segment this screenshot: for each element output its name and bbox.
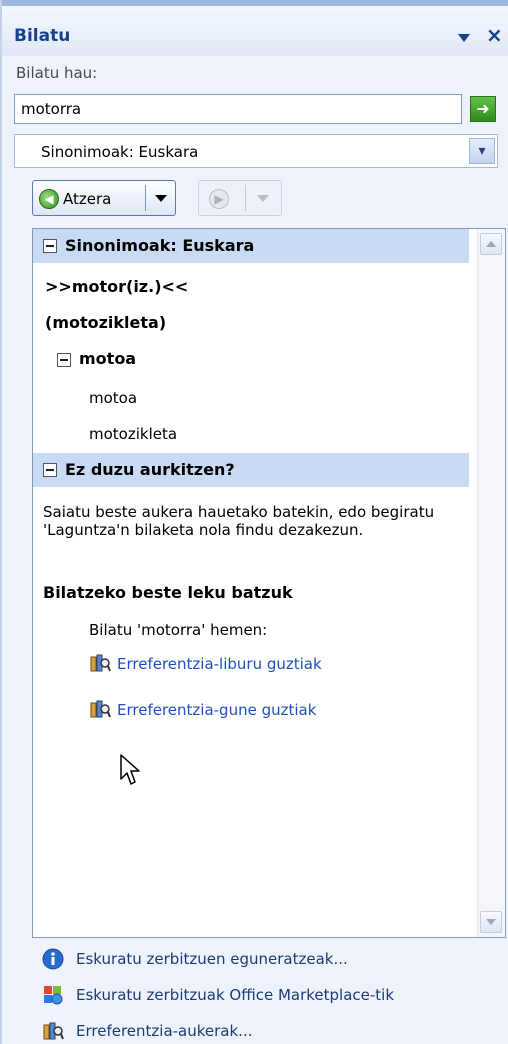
pane-title: Bilatu [14, 26, 71, 46]
hint-text: Saiatu beste aukera hauetako batekin, ed… [43, 503, 435, 539]
pane-title-bar: Bilatu × [2, 0, 508, 56]
collapse-icon[interactable] [43, 239, 57, 253]
results-panel: Sinonimoak: Euskara >>motor(iz.)<< (moto… [32, 228, 506, 938]
back-button[interactable]: ◀ Atzera [32, 180, 176, 216]
forward-button-separator [245, 185, 246, 211]
collapse-icon[interactable] [57, 353, 71, 367]
scroll-up-icon[interactable] [480, 233, 502, 255]
reference-books-icon [90, 700, 111, 718]
results-scrollbar[interactable] [477, 229, 505, 937]
chevron-down-icon[interactable]: ▾ [469, 138, 495, 164]
sense-label: (motozikleta) [45, 313, 167, 332]
reference-books-icon [90, 654, 111, 672]
section-header-synonyms[interactable]: Sinonimoak: Euskara [33, 229, 469, 263]
back-button-label: Atzera [63, 190, 112, 208]
synonym-item[interactable]: motozikleta [89, 425, 177, 443]
link-get-service-updates[interactable]: Eskuratu zerbitzuen eguneratzeak... [76, 950, 348, 968]
pane-close-icon[interactable]: × [486, 23, 503, 47]
collapse-icon[interactable] [43, 463, 57, 477]
link-all-reference-sites[interactable]: Erreferentzia-gune guztiak [117, 701, 316, 719]
link-office-marketplace[interactable]: Eskuratu zerbitzuak Office Marketplace-t… [76, 986, 394, 1004]
synonym-group-title[interactable]: motoa [79, 349, 136, 368]
scroll-down-icon[interactable] [480, 911, 502, 933]
section-header-not-found[interactable]: Ez duzu aurkitzen? [33, 453, 469, 487]
link-research-options[interactable]: Erreferentzia-aukerak... [76, 1022, 252, 1040]
search-input[interactable] [14, 94, 462, 124]
reference-source-value: Sinonimoak: Euskara [41, 143, 199, 161]
section-header-synonyms-text: Sinonimoak: Euskara [65, 236, 255, 255]
search-here-label: Bilatu 'motorra' hemen: [89, 621, 268, 639]
forward-history-dropdown-icon[interactable] [257, 195, 269, 202]
office-marketplace-icon [44, 986, 63, 1005]
info-icon [42, 948, 64, 970]
section-header-not-found-text: Ez duzu aurkitzen? [65, 460, 235, 479]
forward-button[interactable]: ▶ [198, 180, 282, 216]
link-all-reference-books[interactable]: Erreferentzia-liburu guztiak [117, 655, 322, 673]
back-button-separator [145, 185, 146, 211]
mouse-cursor-icon [120, 754, 140, 785]
headword[interactable]: >>motor(iz.)<< [45, 277, 188, 296]
pane-options-dropdown-icon[interactable] [458, 34, 470, 42]
reference-books-icon [43, 1022, 64, 1040]
synonym-item[interactable]: motoa [89, 389, 137, 407]
search-for-label: Bilatu hau: [16, 64, 98, 82]
go-arrow-icon[interactable]: ➜ [470, 96, 496, 122]
other-places-title: Bilatzeko beste leku batzuk [43, 583, 293, 602]
reference-source-select[interactable]: Sinonimoak: Euskara ▾ [14, 134, 498, 168]
back-arrow-icon: ◀ [39, 189, 59, 209]
back-history-dropdown-icon[interactable] [155, 195, 167, 202]
forward-arrow-icon: ▶ [209, 189, 229, 209]
research-task-pane: Bilatu × Bilatu hau: ➜ Sinonimoak: Euska… [0, 0, 508, 1044]
